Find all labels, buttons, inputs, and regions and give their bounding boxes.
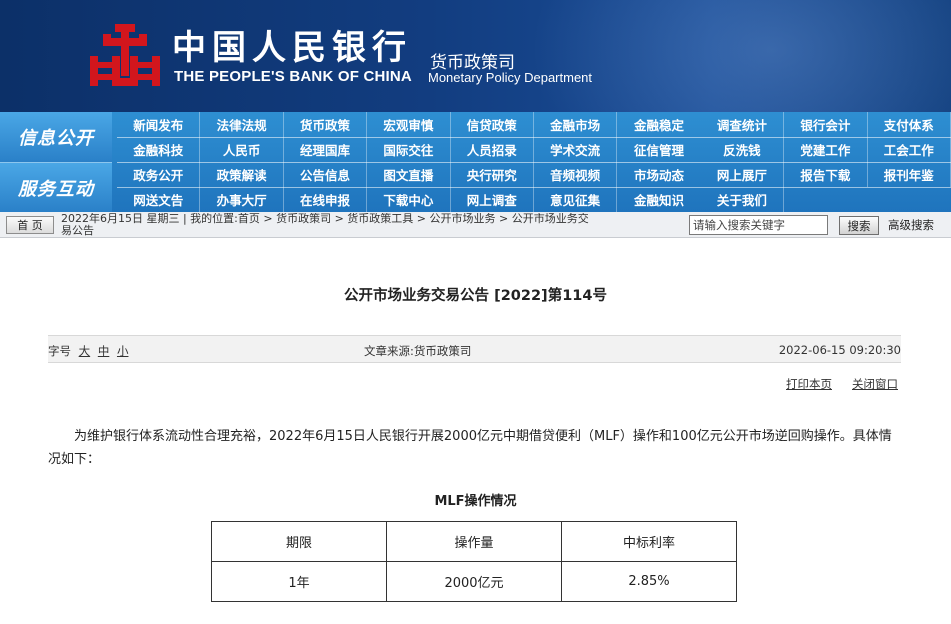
- main-nav: 信息公开 服务互动 新闻发布 法律法规 货币政策 宏观审慎 信贷政策 金融市场 金融稳定 调查…: [0, 112, 951, 212]
- nav-item[interactable]: 银行会计: [784, 112, 868, 137]
- nav-item[interactable]: 信贷政策: [451, 112, 534, 137]
- table-cell: 2.85%: [561, 561, 737, 602]
- banner-glow: [511, 0, 951, 112]
- nav-item[interactable]: 在线申报: [284, 187, 368, 212]
- article-date: 2022-06-15 09:20:30: [778, 343, 901, 357]
- nav-item[interactable]: 意见征集: [534, 187, 618, 212]
- nav-item[interactable]: 人民币: [200, 137, 284, 162]
- bank-name-en: THE PEOPLE'S BANK OF CHINA: [174, 68, 412, 85]
- table-row: 1年 2000亿元 2.85%: [211, 561, 737, 602]
- nav-item[interactable]: 宏观审慎: [367, 112, 451, 137]
- font-size-controls: 字号 大 中 小: [48, 343, 128, 359]
- nav-item[interactable]: 公告信息: [284, 162, 368, 187]
- pboc-logo-icon[interactable]: [88, 22, 162, 92]
- nav-item[interactable]: 办事大厅: [200, 187, 284, 212]
- search-button[interactable]: 搜索: [839, 216, 879, 235]
- nav-item[interactable]: 国际交往: [367, 137, 451, 162]
- nav-item[interactable]: 学术交流: [534, 137, 618, 162]
- bank-name-cn: 中国人民银行: [172, 28, 412, 68]
- nav-item[interactable]: 调查统计: [701, 112, 785, 137]
- table-cell: 2000亿元: [386, 561, 562, 602]
- nav-item[interactable]: 报告下载: [784, 162, 868, 187]
- nav-item[interactable]: 征信管理: [617, 137, 700, 162]
- nav-row-divider: [117, 137, 951, 138]
- nav-item[interactable]: 金融知识: [617, 187, 700, 212]
- nav-item[interactable]: 经理国库: [284, 137, 368, 162]
- close-window-link[interactable]: 关闭窗口: [852, 376, 898, 392]
- nav-item[interactable]: 政务公开: [117, 162, 201, 187]
- article-paragraph: 为维护银行体系流动性合理充裕，2022年6月15日人民银行开展2000亿元中期借…: [48, 429, 892, 467]
- nav-item[interactable]: 下载中心: [367, 187, 451, 212]
- nav-item[interactable]: 网上调查: [451, 187, 534, 212]
- font-size-medium[interactable]: 中: [98, 344, 110, 358]
- nav-item[interactable]: 政策解读: [200, 162, 284, 187]
- nav-grid: 新闻发布 法律法规 货币政策 宏观审慎 信贷政策 金融市场 金融稳定 调查统计 银行会计 支付体系…: [117, 112, 951, 212]
- article-title: 公开市场业务交易公告 [2022]第114号: [344, 288, 607, 304]
- nav-row-divider: [117, 162, 951, 163]
- nav-item[interactable]: 新闻发布: [117, 112, 201, 137]
- table-header-cell: 操作量: [386, 521, 562, 562]
- nav-item[interactable]: 市场动态: [617, 162, 700, 187]
- nav-item[interactable]: 金融稳定: [617, 112, 700, 137]
- breadcrumb-bar: 首 页 2022年6月15日 星期三 | 我的位置:首页 > 货币政策司 > 货…: [0, 212, 951, 238]
- font-size-label: 字号: [48, 344, 71, 358]
- breadcrumb: 2022年6月15日 星期三 | 我的位置:首页 > 货币政策司 > 货币政策工…: [61, 213, 689, 237]
- nav-item[interactable]: 人员招录: [451, 137, 534, 162]
- article-meta-bar: 字号 大 中 小 文章来源:货币政策司 2022-06-15 09:20:30: [48, 335, 901, 363]
- advanced-search-link[interactable]: 高级搜索: [888, 217, 934, 233]
- font-size-large[interactable]: 大: [79, 344, 91, 358]
- nav-item[interactable]: 关于我们: [701, 187, 785, 212]
- nav-item[interactable]: 法律法规: [200, 112, 284, 137]
- table-cell: 1年: [211, 561, 387, 602]
- nav-item[interactable]: 反洗钱: [701, 137, 785, 162]
- nav-item[interactable]: 报刊年鉴: [868, 162, 951, 187]
- table-caption: MLF操作情况: [434, 494, 517, 509]
- nav-section-info[interactable]: 信息公开: [0, 112, 112, 162]
- table-header-cell: 期限: [211, 521, 387, 562]
- search-input[interactable]: [689, 215, 828, 235]
- table-header-cell: 中标利率: [561, 521, 737, 562]
- nav-item[interactable]: 工会工作: [868, 137, 951, 162]
- nav-item[interactable]: 音频视频: [534, 162, 618, 187]
- breadcrumb-line-2[interactable]: 易公告: [61, 224, 94, 237]
- header-banner: 中国人民银行 THE PEOPLE'S BANK OF CHINA 货币政策司 …: [0, 0, 951, 112]
- nav-item[interactable]: 图文直播: [367, 162, 451, 187]
- mlf-operations-table: 期限 操作量 中标利率 1年 2000亿元 2.85%: [211, 521, 737, 602]
- nav-item[interactable]: 金融科技: [117, 137, 201, 162]
- nav-item[interactable]: 金融市场: [534, 112, 618, 137]
- nav-item[interactable]: 网送文告: [117, 187, 201, 212]
- nav-row-divider: [117, 187, 951, 188]
- nav-section-service[interactable]: 服务互动: [0, 162, 112, 212]
- table-header-row: 期限 操作量 中标利率: [211, 521, 737, 562]
- nav-item[interactable]: 党建工作: [784, 137, 868, 162]
- nav-item[interactable]: 网上展厅: [701, 162, 785, 187]
- font-size-small[interactable]: 小: [117, 344, 129, 358]
- breadcrumb-line-1[interactable]: 2022年6月15日 星期三 | 我的位置:首页 > 货币政策司 > 货币政策工…: [61, 213, 589, 225]
- nav-item[interactable]: 央行研究: [451, 162, 534, 187]
- nav-item[interactable]: 货币政策: [284, 112, 368, 137]
- dept-name-en: Monetary Policy Department: [428, 70, 593, 85]
- home-button[interactable]: 首 页: [6, 216, 54, 234]
- print-page-link[interactable]: 打印本页: [786, 376, 832, 392]
- nav-item[interactable]: 支付体系: [868, 112, 951, 137]
- article-source: 文章来源:货币政策司: [364, 344, 472, 358]
